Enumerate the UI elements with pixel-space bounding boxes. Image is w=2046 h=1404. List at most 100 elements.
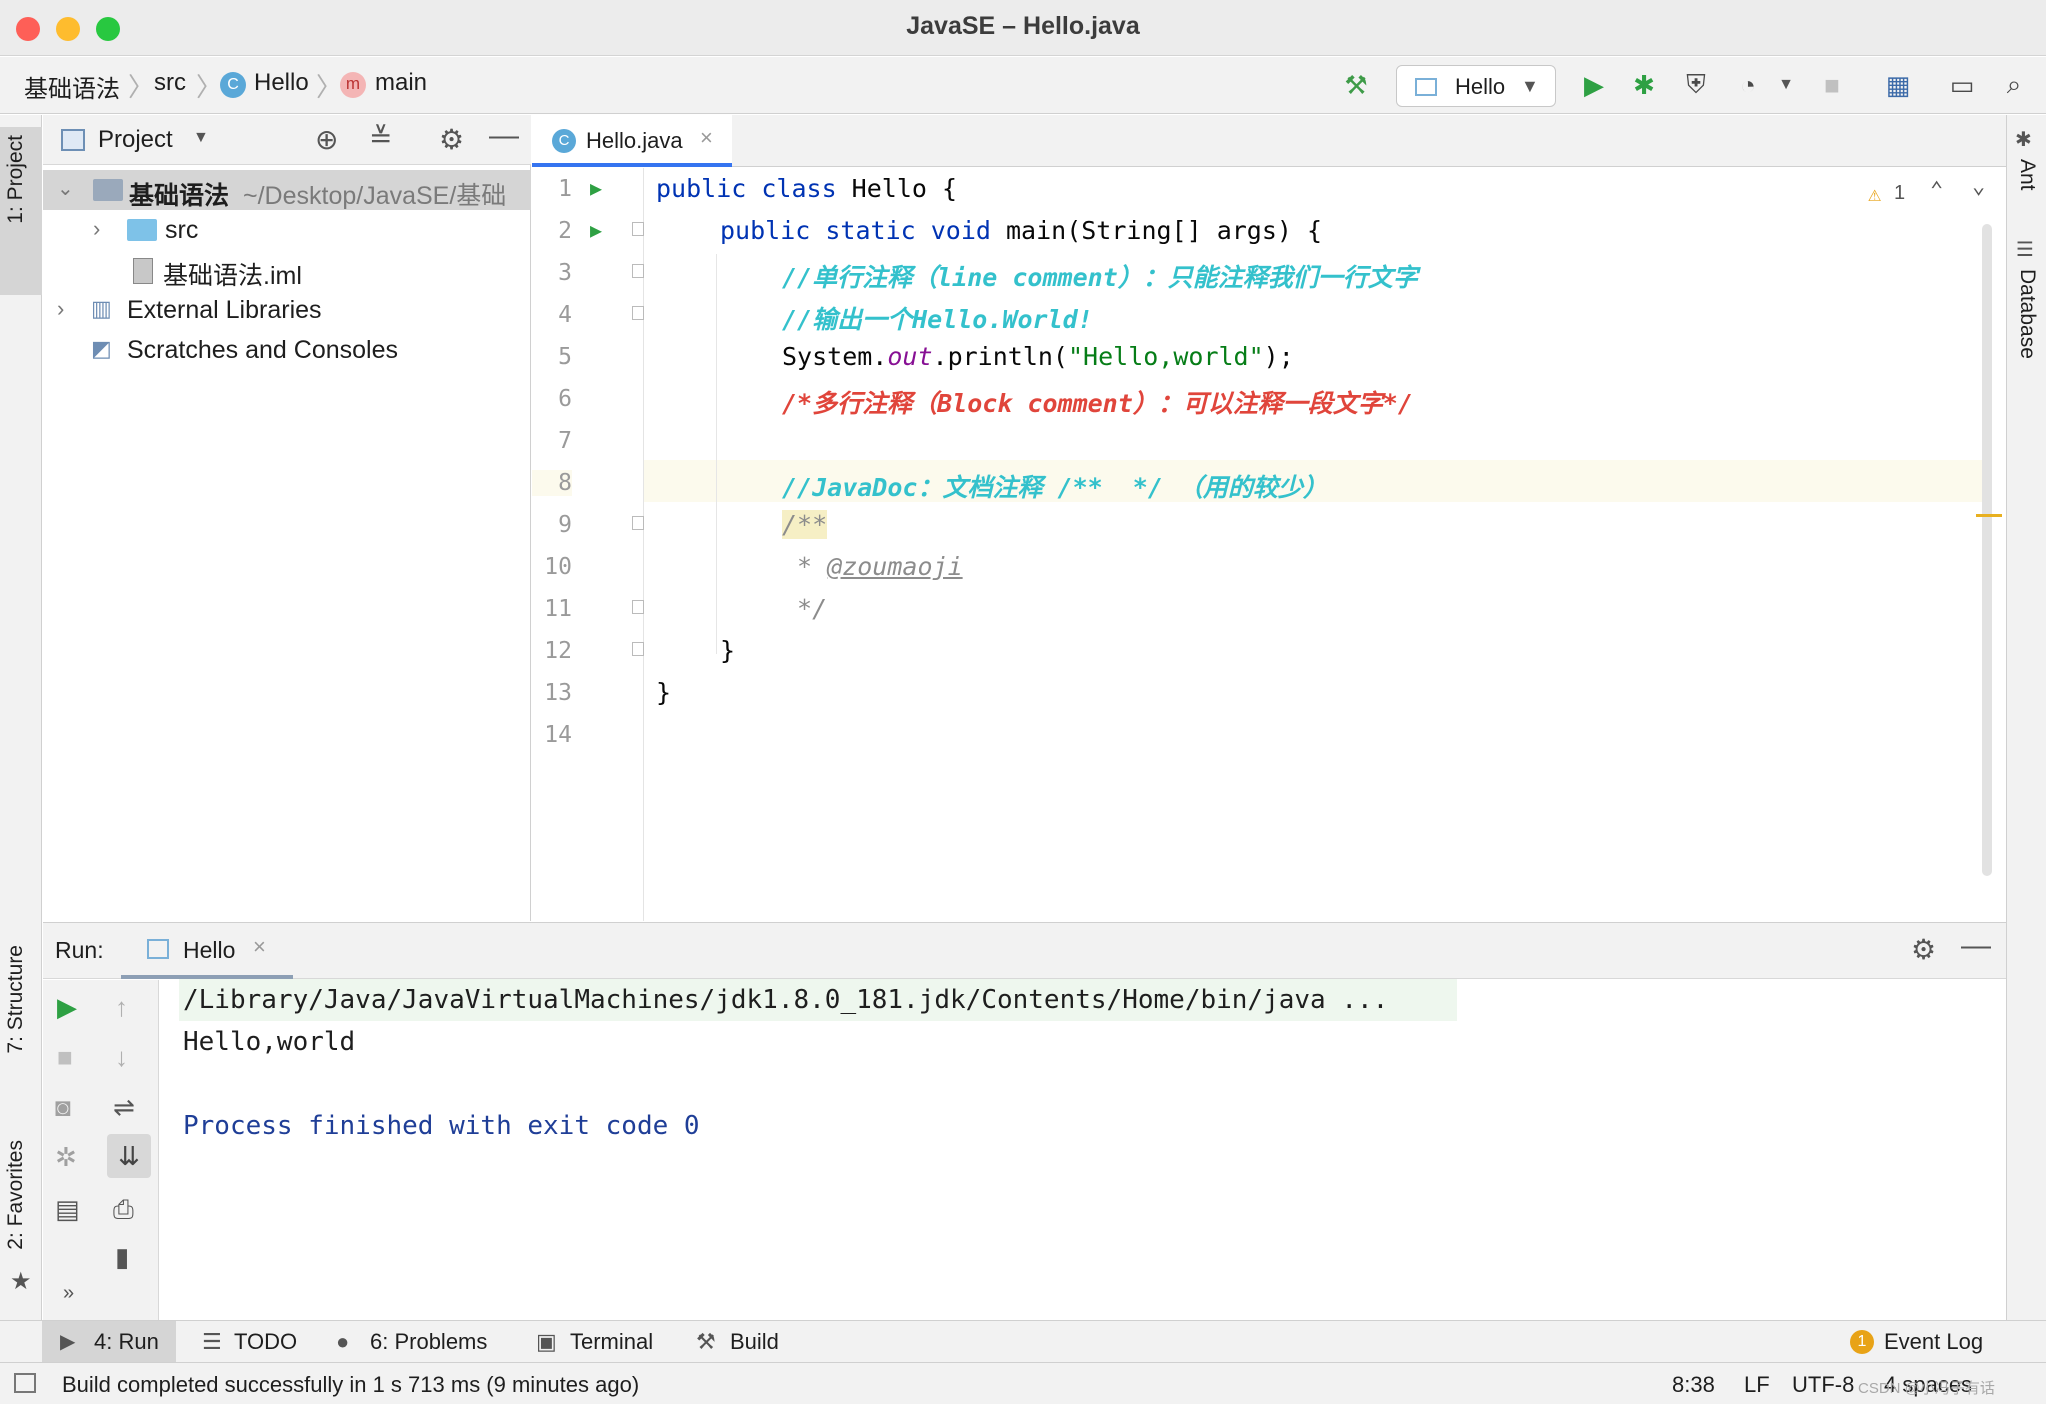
line-number: 4 <box>558 302 572 328</box>
chevron-down-icon[interactable]: ⌄ <box>57 176 74 201</box>
stop-icon[interactable]: ■ <box>57 1042 73 1073</box>
rerun-icon[interactable]: ▶ <box>57 992 77 1023</box>
breadcrumb-class[interactable]: Hello <box>254 69 309 97</box>
chevron-right-icon[interactable]: › <box>57 296 64 322</box>
terminal-tool-button[interactable]: Terminal <box>570 1329 653 1355</box>
todo-tool-button[interactable]: TODO <box>234 1329 297 1355</box>
run-configuration-select[interactable]: Hello ▼ <box>1396 65 1556 107</box>
profile-icon[interactable]: ◔ <box>1730 67 1766 103</box>
search-icon[interactable]: ⌕ <box>1996 67 2032 103</box>
structure-tool-tab[interactable]: 7: Structure <box>4 945 28 1054</box>
arrow-up-icon[interactable]: ↑ <box>115 992 128 1023</box>
layout-icon[interactable]: ▤ <box>55 1194 80 1225</box>
line-number: 14 <box>544 722 572 748</box>
code-line-10: * @zoumaoji <box>782 552 963 581</box>
tree-row-src[interactable]: › src <box>43 210 531 250</box>
stop-icon[interactable]: ■ <box>1814 67 1850 103</box>
editor-tab-hello-java[interactable]: C Hello.java × <box>532 115 732 167</box>
chevron-down-icon[interactable]: ▼ <box>193 129 209 147</box>
next-highlight-icon[interactable]: ⌄ <box>1972 174 1985 199</box>
run-tab-hello[interactable]: Hello × <box>121 923 293 979</box>
settings-debug-icon[interactable]: ✲ <box>55 1142 77 1173</box>
hide-panel-icon[interactable]: — <box>489 119 519 153</box>
caret-position[interactable]: 8:38 <box>1672 1372 1715 1398</box>
run-gutter-icon[interactable]: ▶ <box>590 218 602 242</box>
event-log-button[interactable]: Event Log <box>1884 1329 1983 1355</box>
tree-label: External Libraries <box>127 296 322 324</box>
editor-scrollbar[interactable] <box>1982 224 1992 876</box>
fold-icon[interactable] <box>632 306 644 320</box>
soft-wrap-icon[interactable]: ⇌ <box>113 1092 135 1123</box>
status-message[interactable]: Build completed successfully in 1 s 713 … <box>62 1372 639 1398</box>
code-text: ); <box>1263 342 1294 371</box>
chevron-down-icon[interactable]: ▼ <box>1768 67 1804 103</box>
tree-row-external-libraries[interactable]: › ▥ External Libraries <box>43 290 531 330</box>
locate-target-icon[interactable]: ⊕ <box>315 123 338 156</box>
debug-bug-icon[interactable]: ✱ <box>1626 67 1662 103</box>
code-editor[interactable]: 1 2 3 4 5 6 7 8 9 10 11 12 13 14 ▶ ▶ pub… <box>532 168 2006 921</box>
gear-icon[interactable]: ⚙ <box>439 123 464 156</box>
fold-icon[interactable] <box>632 264 644 278</box>
hide-panel-icon[interactable]: — <box>1961 929 1991 963</box>
code-line-6: /*多行注释（Block comment）：可以注释一段文字*/ <box>782 389 1413 418</box>
toggle-tool-windows-icon[interactable] <box>14 1373 36 1393</box>
project-structure-icon[interactable]: ▦ <box>1880 67 1916 103</box>
presentation-icon[interactable]: ▭ <box>1944 67 1980 103</box>
trash-icon[interactable]: ▮ <box>115 1242 129 1273</box>
line-number: 2 <box>558 218 572 244</box>
tree-label: src <box>165 216 199 244</box>
database-tool-tab[interactable]: Database <box>2015 269 2039 359</box>
run-tool-button[interactable]: ▶ 4: Run <box>42 1321 176 1363</box>
favorites-tool-tab[interactable]: 2: Favorites <box>4 1140 28 1250</box>
file-encoding[interactable]: UTF-8 <box>1792 1372 1854 1398</box>
coverage-icon[interactable]: ⛨ <box>1678 67 1714 103</box>
event-count-badge: 1 <box>1850 1330 1874 1354</box>
camera-icon[interactable]: ◙ <box>55 1092 71 1123</box>
arrow-down-icon[interactable]: ↓ <box>115 1042 128 1073</box>
javadoc-tag: @zoumaoji <box>827 552 963 581</box>
project-view-select[interactable]: Project <box>98 126 173 154</box>
code-static-field: out <box>887 342 933 371</box>
more-icon[interactable]: » <box>63 1282 74 1305</box>
terminal-icon: ▣ <box>536 1329 557 1354</box>
collapse-all-icon[interactable]: ≚ <box>369 121 392 154</box>
fold-icon[interactable] <box>632 600 644 614</box>
fold-icon[interactable] <box>632 516 644 530</box>
scratches-icon: ◩ <box>91 336 112 361</box>
breadcrumb-src[interactable]: src <box>154 69 186 97</box>
line-number: 13 <box>544 680 572 706</box>
build-hammer-icon[interactable]: ⚒ <box>1338 67 1374 103</box>
close-icon[interactable]: × <box>253 934 266 960</box>
warning-marker[interactable] <box>1976 514 2002 517</box>
indent-guide <box>716 254 717 654</box>
code-keyword: public class <box>656 174 852 203</box>
breadcrumb-method[interactable]: main <box>375 69 427 97</box>
tree-path: ~/Desktop/JavaSE/基础 <box>243 182 507 210</box>
tree-row-project-root[interactable]: ⌄ 基础语法 ~/Desktop/JavaSE/基础 <box>43 170 531 210</box>
print-icon[interactable]: ⎙ <box>113 1194 134 1226</box>
tree-row-scratches[interactable]: ◩ Scratches and Consoles <box>43 330 531 370</box>
scroll-to-end-icon[interactable]: ⇊ <box>107 1134 151 1178</box>
run-gutter-icon[interactable]: ▶ <box>590 176 602 200</box>
problems-tool-button[interactable]: 6: Problems <box>370 1329 487 1355</box>
run-icon[interactable]: ▶ <box>1576 67 1612 103</box>
breadcrumb-project[interactable]: 基础语法 <box>24 69 120 104</box>
chevron-right-icon[interactable]: › <box>93 216 100 242</box>
left-tool-strip: 1: Project 7: Structure 2: Favorites ★ <box>0 115 42 1320</box>
build-tool-button[interactable]: Build <box>730 1329 779 1355</box>
ant-tool-tab[interactable]: Ant <box>2015 159 2039 191</box>
tree-row-iml[interactable]: 基础语法.iml <box>43 250 531 290</box>
fold-icon[interactable] <box>632 222 644 236</box>
code-line-9: /** <box>782 510 828 539</box>
fold-icon[interactable] <box>632 642 644 656</box>
project-tool-tab[interactable]: 1: Project <box>0 127 42 295</box>
warning-icon[interactable]: ⚠ <box>1868 182 1881 207</box>
code-line-4: //输出一个Hello.World! <box>782 305 1093 334</box>
right-tool-strip: ✱ Ant ☰ Database <box>2006 115 2046 1320</box>
previous-highlight-icon[interactable]: ⌃ <box>1930 178 1943 203</box>
line-separator[interactable]: LF <box>1744 1372 1770 1398</box>
watermark-text: CSDN @小冯子有话 <box>1858 1380 1995 1397</box>
close-icon[interactable]: × <box>700 125 713 151</box>
project-panel-header: Project ▼ ⊕ ≚ ⚙ — <box>43 115 531 165</box>
gear-icon[interactable]: ⚙ <box>1911 933 1936 966</box>
